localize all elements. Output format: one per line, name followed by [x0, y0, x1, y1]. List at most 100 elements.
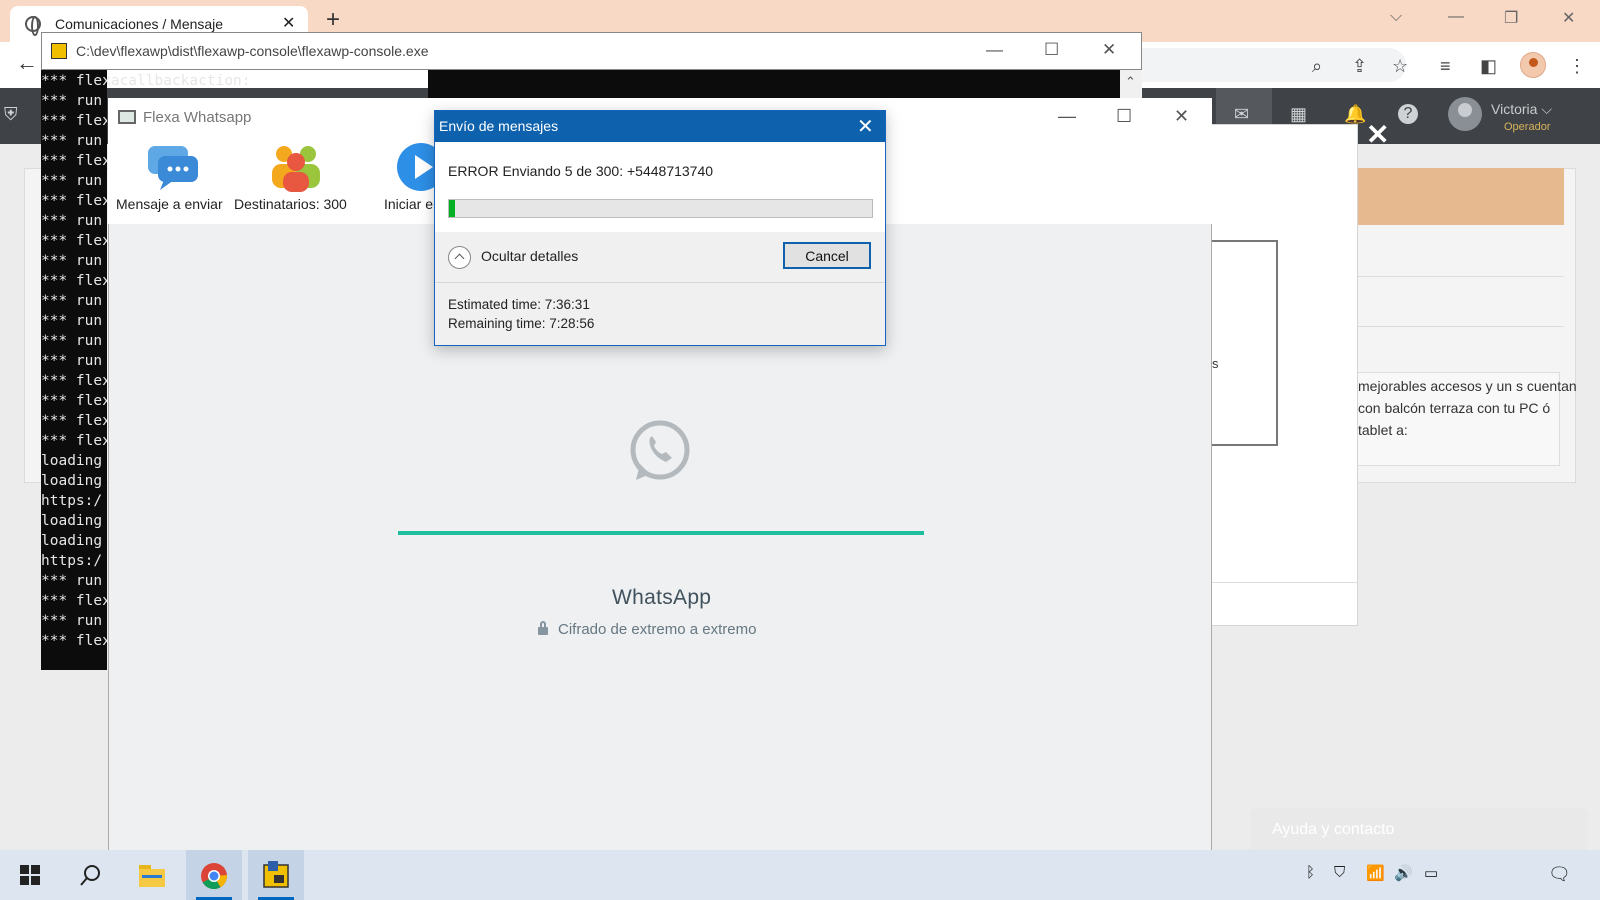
message-button-label: Mensaje a enviar — [116, 196, 223, 212]
browser-menu-icon[interactable]: ⋮ — [1568, 56, 1586, 77]
mail-icon[interactable]: ✉ — [1234, 104, 1249, 125]
battery-icon[interactable]: ▭ — [1424, 864, 1438, 882]
console-line: *** flex — [41, 113, 107, 129]
dialog-titlebar[interactable]: Envío de mensajes ✕ — [435, 111, 885, 142]
profile-avatar-icon[interactable] — [1520, 52, 1546, 78]
modal-text: s — [1212, 356, 1219, 371]
flexa-close-button[interactable]: ✕ — [1174, 106, 1189, 127]
console-output-area — [428, 70, 1120, 98]
console-line: *** run — [41, 213, 103, 229]
divider — [435, 282, 885, 283]
new-tab-button[interactable]: + — [326, 6, 340, 34]
browser-minimize-button[interactable]: — — [1448, 8, 1464, 26]
volume-icon[interactable]: 🔊 — [1394, 864, 1413, 882]
console-line: *** flex — [41, 273, 107, 289]
help-icon[interactable]: ? — [1398, 104, 1418, 124]
divider — [1330, 276, 1564, 277]
back-arrow-icon[interactable]: ← — [16, 50, 38, 76]
console-line: *** run — [41, 253, 103, 269]
windows-taskbar: ᛒ ⛉ 📶 🔊 ▭ 🗨 — [0, 850, 1600, 900]
security-shield-icon[interactable]: ⛉ — [1334, 864, 1345, 881]
zoom-icon[interactable]: ⌕ — [1312, 56, 1322, 77]
user-avatar[interactable] — [1448, 97, 1482, 131]
remaining-time: Remaining time: 7:28:56 — [448, 316, 595, 331]
folder-icon — [139, 865, 165, 887]
console-line: *** run — [41, 573, 103, 589]
divider — [1190, 582, 1358, 583]
chrome-logo-icon — [201, 863, 227, 890]
lock-icon — [538, 621, 548, 635]
console-close-button[interactable]: ✕ — [1102, 40, 1116, 60]
console-line: *** flex — [41, 233, 107, 249]
progress-fill — [449, 200, 456, 217]
tab-search-icon[interactable]: ⌵ — [1390, 8, 1402, 26]
browser-close-button[interactable]: ✕ — [1562, 8, 1575, 28]
tab-title: Comunicaciones / Mensaje — [55, 16, 224, 32]
console-line: *** flex — [41, 433, 107, 449]
python-app-icon — [263, 861, 289, 888]
console-app-icon — [51, 43, 67, 59]
whatsapp-title: WhatsApp — [612, 586, 712, 609]
app-logo-icon: ⛨ — [4, 104, 18, 124]
dialog-main-panel — [435, 142, 885, 232]
flexa-app-icon — [118, 110, 136, 124]
magnifier-icon — [80, 865, 100, 886]
console-minimize-button[interactable]: — — [986, 40, 1003, 60]
console-line: *** flex — [41, 393, 107, 409]
cancel-button[interactable]: Cancel — [783, 242, 871, 269]
tab-close-icon[interactable]: ✕ — [282, 13, 295, 33]
console-line: *** flexacallbackaction: — [41, 73, 251, 89]
console-maximize-button[interactable]: ☐ — [1044, 40, 1059, 60]
flexa-minimize-button[interactable]: — — [1058, 106, 1076, 127]
flexa-maximize-button[interactable]: ☐ — [1116, 106, 1132, 127]
chrome-icon[interactable] — [186, 850, 242, 900]
chat-bubbles-icon — [148, 146, 198, 190]
browser-restore-button[interactable]: ❐ — [1504, 8, 1518, 28]
console-scroll-up[interactable]: ⌃ — [1120, 70, 1142, 98]
wifi-icon[interactable]: 📶 — [1366, 864, 1385, 882]
flexa-title: Flexa Whatsapp — [143, 109, 252, 126]
bell-icon[interactable]: 🔔 — [1344, 104, 1366, 125]
console-line: *** flex — [41, 413, 107, 429]
console-titlebar[interactable]: C:\dev\flexawp\dist\flexawp-console\flex… — [41, 32, 1142, 70]
modal-close-icon[interactable]: ✕ — [1366, 118, 1389, 151]
console-line: *** run — [41, 333, 103, 349]
start-button[interactable]: Iniciar en — [376, 138, 442, 218]
recipients-button-label: Destinatarios: 300 — [234, 196, 347, 212]
reading-list-icon[interactable]: ≡ — [1440, 56, 1451, 77]
console-line: loading — [41, 513, 103, 529]
console-line: loading — [41, 473, 103, 489]
console-line: *** run — [41, 353, 103, 369]
file-explorer-icon[interactable] — [124, 850, 180, 900]
console-line: *** flex — [41, 593, 107, 609]
bluetooth-icon[interactable]: ᛒ — [1306, 864, 1315, 881]
help-contact-widget[interactable]: Ayuda y contacto — [1250, 808, 1588, 852]
search-icon[interactable] — [62, 850, 118, 900]
bookmark-star-icon[interactable]: ☆ — [1392, 56, 1408, 77]
chevron-up-icon[interactable] — [448, 246, 471, 269]
notifications-icon[interactable]: 🗨 — [1548, 864, 1571, 885]
console-line: loading — [41, 533, 103, 549]
people-group-icon — [272, 146, 320, 192]
console-line: *** run — [41, 313, 103, 329]
user-name[interactable]: Victoria ⌵ — [1491, 101, 1552, 118]
side-panel-icon[interactable]: ◧ — [1480, 56, 1497, 77]
divider — [1330, 326, 1564, 327]
console-line: https:/ — [41, 493, 103, 509]
dialog-close-icon[interactable]: ✕ — [857, 114, 874, 139]
console-line: *** flex — [41, 153, 107, 169]
console-line: *** run — [41, 613, 103, 629]
dialog-title: Envío de mensajes — [439, 118, 559, 134]
windows-start-icon[interactable] — [2, 850, 58, 900]
estimated-time: Estimated time: 7:36:31 — [448, 297, 590, 312]
calendar-icon[interactable]: ▦ — [1290, 104, 1307, 125]
share-icon[interactable]: ⇪ — [1352, 56, 1367, 77]
flexa-app-icon[interactable] — [248, 850, 304, 900]
hide-details-toggle[interactable]: Ocultar detalles — [481, 248, 578, 264]
console-line: *** flex — [41, 633, 107, 649]
chevron-up-icon[interactable]: ⌃ — [1125, 74, 1136, 90]
start-button-label: Iniciar en — [384, 196, 441, 212]
windows-logo-icon — [20, 865, 40, 885]
globe-icon — [25, 16, 41, 36]
console-line: *** run — [41, 293, 103, 309]
